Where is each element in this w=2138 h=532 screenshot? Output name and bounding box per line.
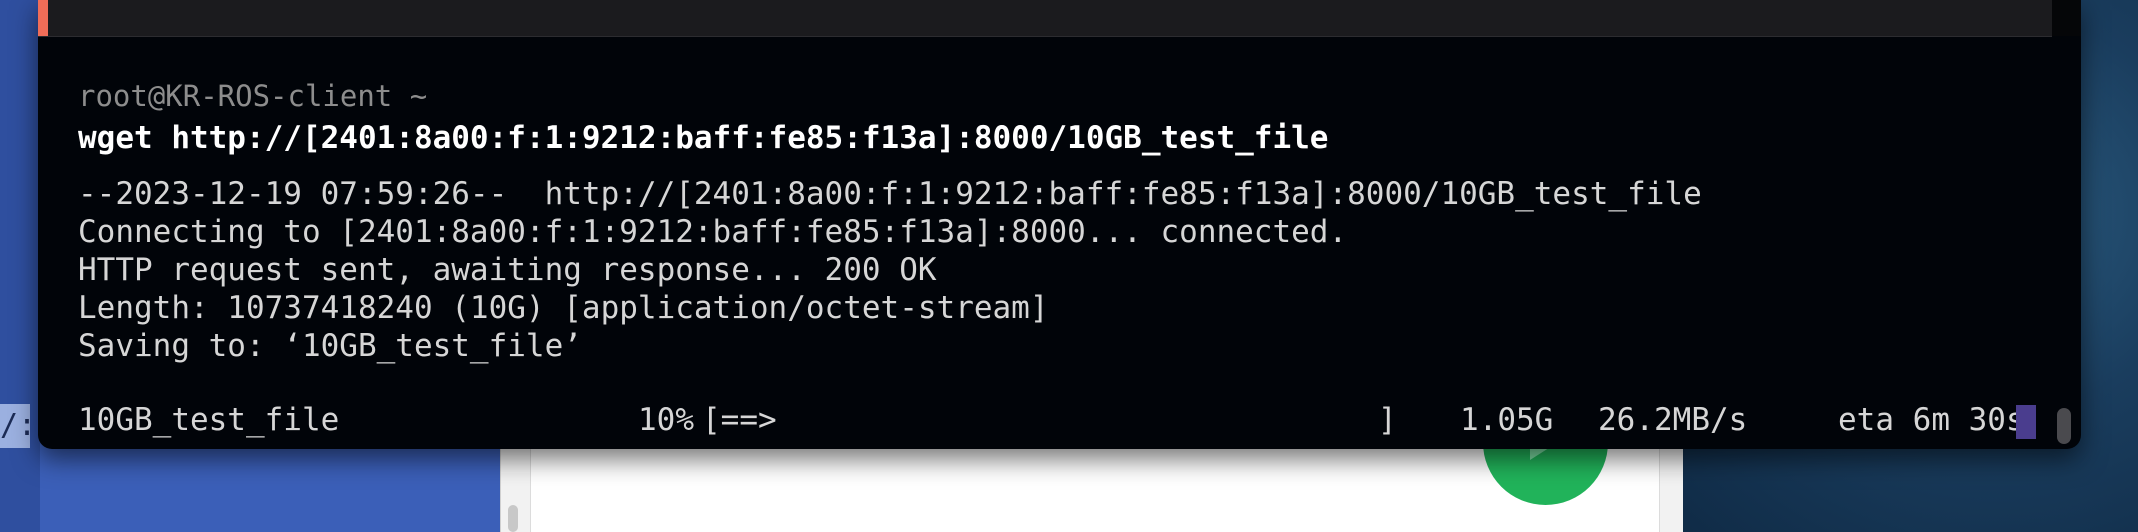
progress-rate: 26.2MB/s	[1598, 402, 1748, 438]
terminal-cursor	[2016, 405, 2036, 439]
desktop-background-edge	[0, 0, 40, 532]
progress-percent: 10%	[638, 402, 694, 438]
background-window-scrollbar[interactable]	[508, 505, 518, 532]
terminal-tab-bar[interactable]	[38, 0, 2052, 37]
terminal-window[interactable]: root@KR-ROS-client ~ wget http://[2401:8…	[38, 0, 2081, 449]
background-text-snippet: /:	[0, 404, 30, 448]
output-line: Saving to: ‘10GB_test_file’	[78, 328, 582, 364]
progress-bar-end: ]	[1378, 402, 1397, 438]
download-progress-line: 10GB_test_file 10% [==> ] 1.05G 26.2MB/s…	[78, 401, 2025, 439]
terminal-scrollbar[interactable]	[2057, 408, 2071, 444]
output-line: Length: 10737418240 (10G) [application/o…	[78, 290, 1049, 326]
desktop: /: root@KR-ROS-client ~ wget http://[240…	[0, 0, 2138, 532]
progress-bar: [==>	[702, 402, 777, 438]
shell-command: wget http://[2401:8a00:f:1:9212:baff:fe8…	[78, 120, 1329, 156]
progress-filename: 10GB_test_file	[78, 402, 340, 438]
terminal-tab-bar-edge	[2052, 0, 2081, 36]
progress-downloaded: 1.05G	[1460, 402, 1554, 438]
output-line: Connecting to [2401:8a00:f:1:9212:baff:f…	[78, 214, 1348, 250]
progress-eta: eta 6m 30s	[1838, 402, 2025, 438]
active-tab-indicator	[38, 0, 48, 36]
output-line: --2023-12-19 07:59:26-- http://[2401:8a0…	[78, 176, 1702, 212]
output-line: HTTP request sent, awaiting response... …	[78, 252, 937, 288]
shell-prompt: root@KR-ROS-client ~	[78, 79, 428, 113]
